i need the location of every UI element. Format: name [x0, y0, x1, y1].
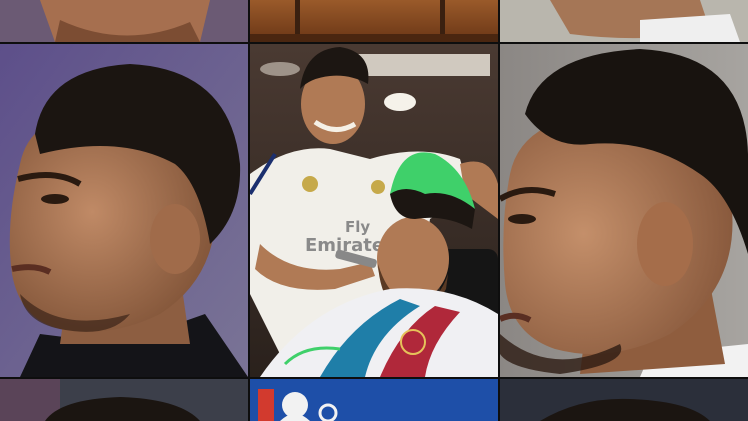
photo-tile-barbershop-scene: Fly Emirates — [250, 44, 498, 377]
photo-tile-bottom-right — [500, 379, 748, 421]
photo-tile-top-right — [500, 0, 748, 42]
photo-tile-top-left — [0, 0, 248, 42]
photo-tile-bottom-left — [0, 379, 248, 421]
photo-tile-top-center — [250, 0, 498, 42]
photo-tile-player-portrait-left — [0, 44, 248, 377]
jersey-sponsor-line1: Fly — [345, 218, 370, 236]
photo-tile-player-portrait-right — [500, 44, 748, 377]
photo-tile-bottom-center — [250, 379, 498, 421]
